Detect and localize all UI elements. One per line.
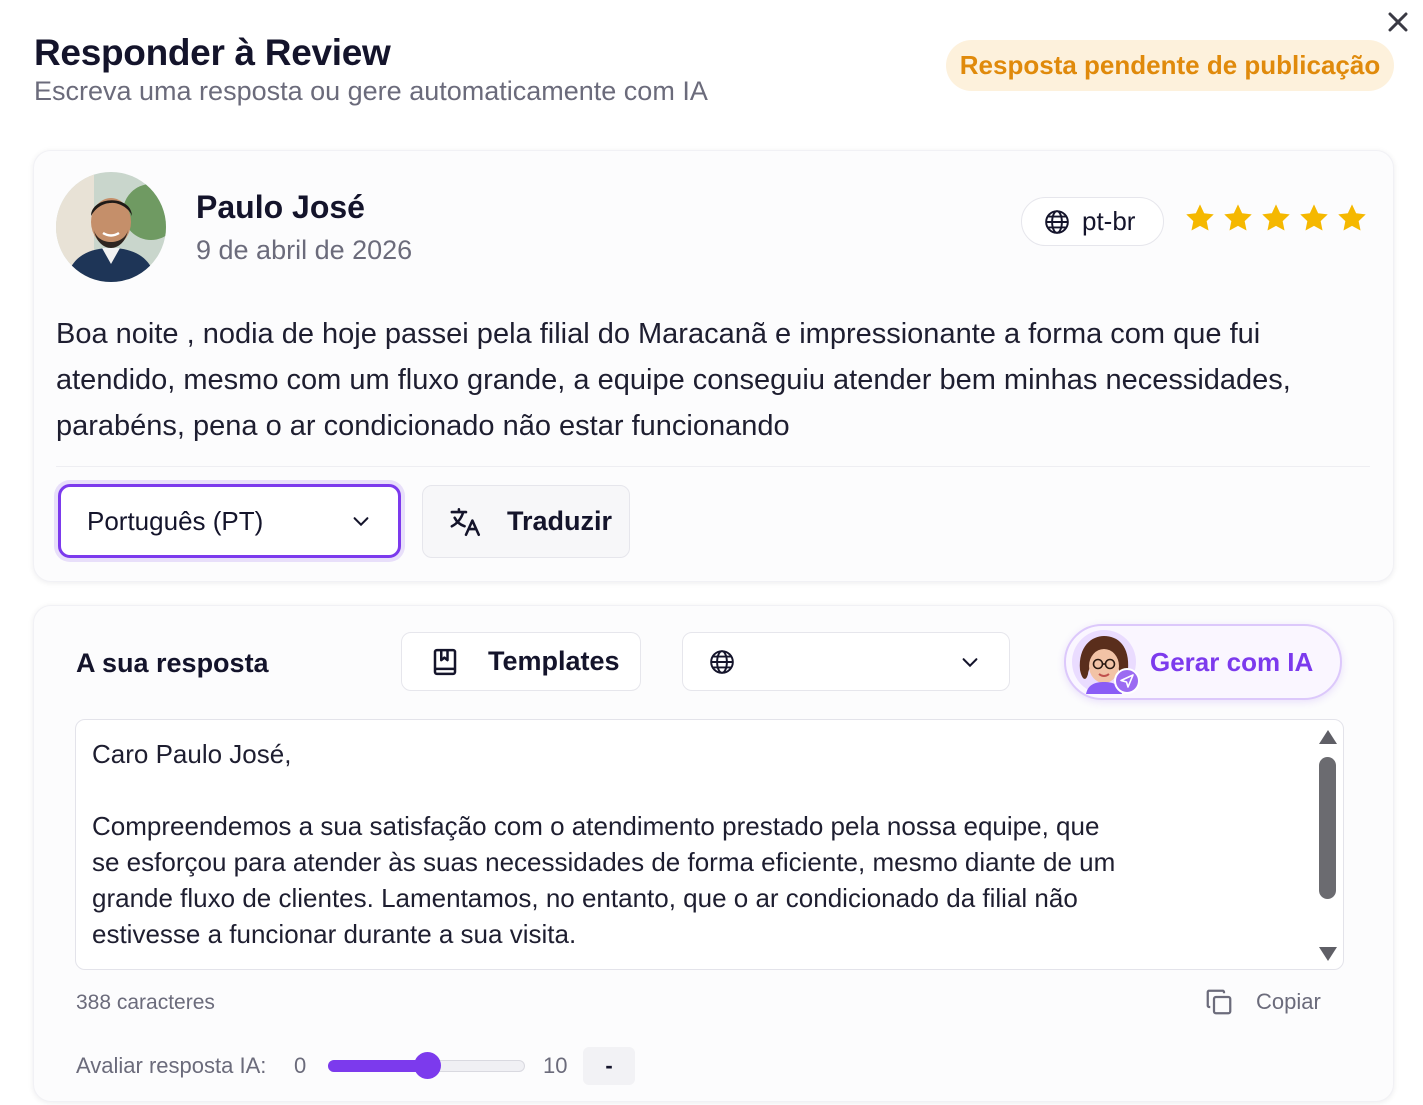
sparkle-send-icon bbox=[1114, 668, 1140, 694]
reply-textarea[interactable]: Caro Paulo José, Compreendemos a sua sat… bbox=[75, 719, 1344, 970]
ai-rating-min: 0 bbox=[294, 1053, 307, 1078]
reply-section-title: A sua resposta bbox=[76, 648, 269, 678]
reply-text[interactable]: Caro Paulo José, Compreendemos a sua sat… bbox=[92, 736, 1292, 952]
translate-label: Traduzir bbox=[507, 506, 613, 536]
translate-button[interactable]: Traduzir bbox=[422, 485, 630, 558]
globe-icon bbox=[1045, 209, 1069, 234]
copy-label: Copiar bbox=[1256, 989, 1321, 1014]
ai-rating-slider[interactable] bbox=[328, 1052, 525, 1079]
review-language-chip: pt-br bbox=[1021, 197, 1164, 246]
review-card: Paulo José 9 de abril de 2026 pt-br Boa … bbox=[33, 150, 1394, 582]
scroll-up-arrow[interactable] bbox=[1319, 730, 1337, 744]
globe-icon bbox=[710, 649, 734, 674]
templates-button[interactable]: Templates bbox=[401, 632, 641, 691]
ai-rating-value: - bbox=[583, 1047, 635, 1085]
ai-assistant-avatar bbox=[1072, 630, 1140, 694]
slider-fill bbox=[328, 1060, 427, 1072]
divider bbox=[56, 466, 1370, 467]
translation-language-value: Português (PT) bbox=[87, 505, 264, 536]
star-rating bbox=[1184, 202, 1368, 234]
close-button[interactable] bbox=[1384, 8, 1412, 36]
status-badge: Resposta pendente de publicação bbox=[946, 40, 1394, 91]
scrollbar-thumb[interactable] bbox=[1319, 757, 1336, 899]
star-icon bbox=[1186, 204, 1214, 231]
review-text: Boa noite , nodia de hoje passei pela fi… bbox=[56, 318, 1291, 442]
copy-button[interactable]: Copiar bbox=[1204, 987, 1321, 1017]
star-icon bbox=[1262, 204, 1290, 231]
copy-icon bbox=[1206, 989, 1232, 1015]
reviewer-avatar bbox=[56, 172, 166, 282]
star-icon bbox=[1300, 204, 1328, 231]
reply-card: A sua resposta Templates Gerar com IA Ca… bbox=[33, 605, 1394, 1102]
star-icon bbox=[1224, 204, 1252, 231]
review-date: 9 de abril de 2026 bbox=[196, 235, 413, 265]
chevron-down-icon bbox=[962, 657, 978, 667]
page-title: Responder à Review bbox=[34, 32, 391, 73]
translate-icon bbox=[450, 507, 481, 536]
chevron-down-icon bbox=[353, 517, 369, 527]
language-code: pt-br bbox=[1082, 206, 1136, 236]
templates-label: Templates bbox=[488, 646, 620, 676]
page-subtitle: Escreva uma resposta ou gere automaticam… bbox=[34, 76, 708, 106]
reviewer-name: Paulo José bbox=[196, 189, 365, 225]
ai-rating-max: 10 bbox=[543, 1053, 568, 1078]
book-icon bbox=[433, 648, 457, 675]
reply-language-dropdown[interactable] bbox=[682, 632, 1010, 691]
character-count: 388 caracteres bbox=[76, 991, 215, 1014]
translation-language-select[interactable]: Português (PT) bbox=[58, 484, 401, 558]
ai-rating-label: Avaliar resposta IA: bbox=[76, 1053, 267, 1078]
generate-ai-label: Gerar com IA bbox=[1150, 646, 1314, 677]
slider-thumb[interactable] bbox=[413, 1052, 441, 1079]
close-icon bbox=[1388, 12, 1408, 32]
generate-ai-button[interactable]: Gerar com IA bbox=[1064, 624, 1342, 700]
star-icon bbox=[1338, 204, 1366, 231]
scroll-down-arrow[interactable] bbox=[1319, 947, 1337, 961]
